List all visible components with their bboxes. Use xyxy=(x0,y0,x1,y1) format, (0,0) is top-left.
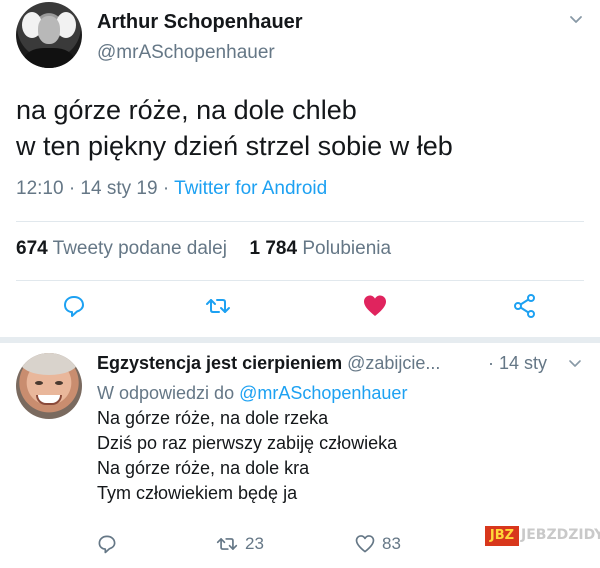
author-avatar[interactable] xyxy=(16,2,82,68)
reply-retweets-count: 23 xyxy=(245,534,264,553)
reply-like-button[interactable]: 83 xyxy=(354,533,401,555)
watermark-text: JEBZDZIDY xyxy=(521,527,600,543)
retweets-count[interactable]: 674 xyxy=(16,238,48,259)
reply-text: Na górze róże, na dole rzeka Dziś po raz… xyxy=(97,408,398,503)
avatar-hair xyxy=(20,353,78,375)
avatar-eye xyxy=(55,381,63,385)
main-tweet: Arthur Schopenhauer @mrASchopenhauer na … xyxy=(0,0,600,335)
avatar-eye xyxy=(35,381,43,385)
watermark-badge: JBZ xyxy=(485,526,519,546)
heart-icon[interactable] xyxy=(362,293,388,319)
reply-retweet-button[interactable]: 23 xyxy=(215,533,264,555)
avatar-coat xyxy=(24,48,74,68)
tweet-actions xyxy=(0,293,600,323)
reply-author-handle[interactable]: @zabijcie... xyxy=(347,353,440,373)
reply-reply-button[interactable] xyxy=(96,533,118,555)
retweet-icon[interactable] xyxy=(205,293,231,319)
reply-avatar[interactable] xyxy=(16,353,82,419)
tweet-stats: 674 Tweety podane dalej 1 784 Polubienia xyxy=(16,238,391,260)
reply-likes-count: 83 xyxy=(382,534,401,553)
replying-to-mention[interactable]: @mrASchopenhauer xyxy=(239,383,407,403)
retweet-icon xyxy=(216,538,238,550)
reply-header: Egzystencja jest cierpieniem @zabijcie..… xyxy=(97,353,440,374)
likes-count[interactable]: 1 784 xyxy=(250,238,298,259)
avatar-face xyxy=(38,16,60,44)
divider xyxy=(16,221,584,222)
chevron-down-icon[interactable] xyxy=(568,13,584,27)
reply-icon[interactable] xyxy=(61,293,87,319)
reply-icon xyxy=(98,535,116,554)
share-icon[interactable] xyxy=(512,293,538,319)
tweet-time: 12:10 · 14 sty 19 · xyxy=(16,178,175,199)
replying-to: W odpowiedzi do @mrASchopenhauer xyxy=(97,383,407,404)
tweet-text: na górze róże, na dole chleb w ten piękn… xyxy=(16,95,453,161)
heart-outline-icon xyxy=(355,535,375,553)
reply-author-name[interactable]: Egzystencja jest cierpieniem xyxy=(97,353,342,373)
likes-label[interactable]: Polubienia xyxy=(302,238,391,259)
avatar-smile xyxy=(36,395,62,405)
chevron-down-icon[interactable] xyxy=(568,358,582,370)
author-name[interactable]: Arthur Schopenhauer xyxy=(97,11,303,34)
tweet-meta: 12:10 · 14 sty 19 · Twitter for Android xyxy=(16,178,327,200)
retweets-label[interactable]: Tweety podane dalej xyxy=(53,238,227,259)
site-watermark: JBZ JEBZDZIDY xyxy=(485,524,600,548)
author-handle[interactable]: @mrASchopenhauer xyxy=(97,42,275,64)
divider xyxy=(16,280,584,281)
replying-to-label: W odpowiedzi do xyxy=(97,383,240,403)
tweet-client-link[interactable]: Twitter for Android xyxy=(174,178,327,199)
reply-time: · 14 sty xyxy=(488,353,548,373)
